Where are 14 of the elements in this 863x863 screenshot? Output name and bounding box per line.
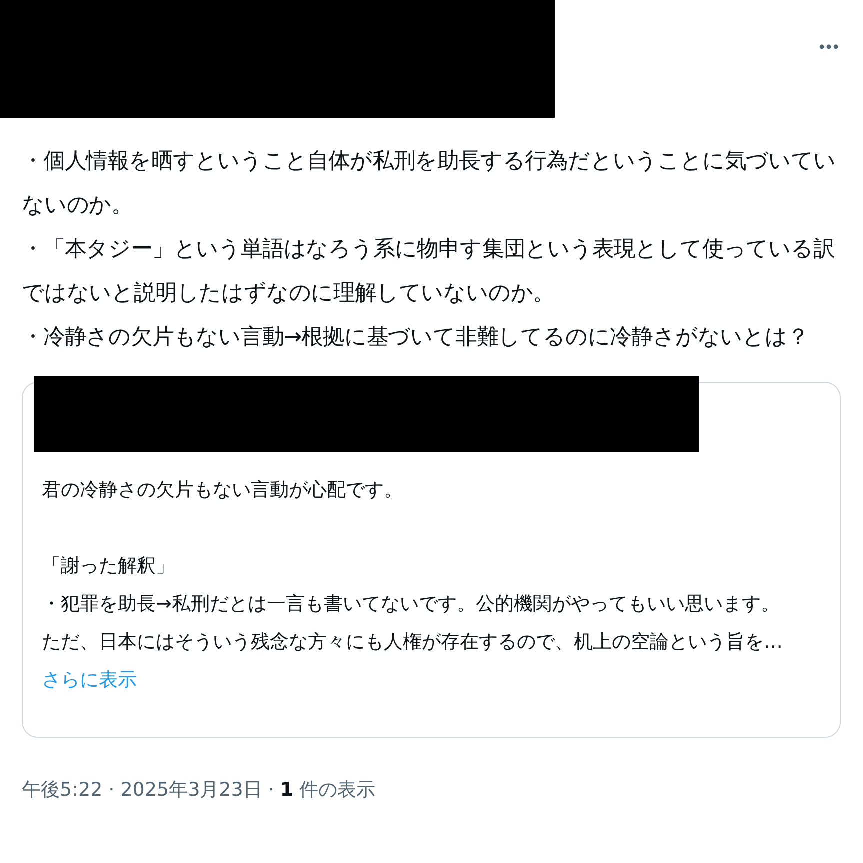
post-time[interactable]: 午後5:22	[22, 776, 103, 804]
quoted-post-text: ただ、日本にはそういう残念な方々にも人権が存在するので、机上の空論という旨を…	[42, 630, 784, 655]
view-count: 1	[280, 778, 294, 803]
quoted-post-text: ・犯罪を助長→私刑だとは一言も書いてないです。公的機関がやってもいい思います。	[42, 592, 781, 617]
quoted-post-text: 君の冷静さの欠片もない言動が心配です。	[42, 478, 404, 503]
post-text: ・個人情報を晒すということ自体が私刑を助長する行為だということに気づいていないのか。	[22, 148, 837, 220]
more-icon[interactable]	[819, 44, 839, 50]
post-text: ・冷静さの欠片もない言動→根拠に基づいて非難してるのに冷静さがないとは？	[22, 324, 810, 352]
separator-dot: ·	[268, 778, 274, 803]
quoted-post-text: 「謝った解釈」	[42, 554, 176, 579]
post-date[interactable]: 2025年3月23日	[120, 776, 262, 804]
post-text: ・「本タジー」という単語はなろう系に物申す集団という表現として使っている訳ではないと説明したはずなのに理解していないのか。	[22, 236, 836, 308]
separator-dot: ·	[108, 778, 115, 803]
view-label: 件の表示	[300, 778, 376, 803]
